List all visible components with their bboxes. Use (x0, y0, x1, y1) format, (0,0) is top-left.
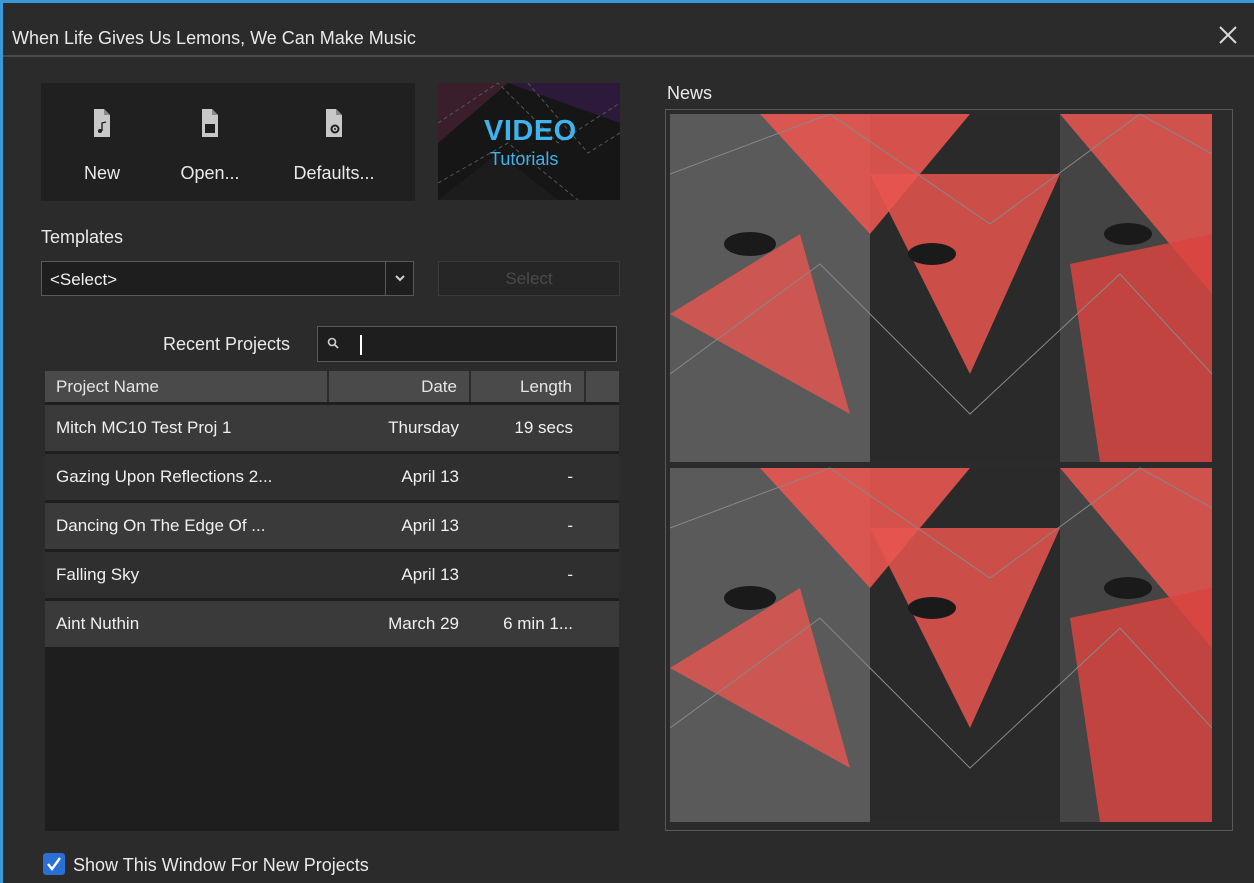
project-name-cell: Gazing Upon Reflections 2... (56, 467, 273, 486)
dropdown-arrow[interactable] (385, 262, 413, 295)
project-name-cell: Mitch MC10 Test Proj 1 (56, 418, 232, 437)
column-date[interactable]: Date (329, 371, 471, 402)
project-name-cell: Falling Sky (56, 565, 140, 584)
project-length-cell: - (567, 467, 573, 486)
show-window-label: Show This Window For New Projects (73, 855, 369, 875)
project-date-cell: April 13 (401, 565, 459, 584)
action-panel: New Open... Defaults... (41, 83, 415, 201)
templates-dropdown[interactable]: <Select> (41, 261, 414, 296)
table-row[interactable]: Falling Sky April 13 - (45, 552, 619, 598)
news-panel (665, 109, 1233, 831)
project-name-cell: Aint Nuthin (56, 614, 140, 633)
window-title: When Life Gives Us Lemons, We Can Make M… (12, 28, 416, 48)
open-project-button[interactable]: Open... (169, 83, 251, 201)
open-label: Open... (180, 163, 240, 183)
new-label: New (83, 163, 120, 183)
table-row[interactable]: Dancing On The Edge Of ... April 13 - (45, 503, 619, 549)
settings-file-icon (326, 109, 342, 137)
project-date-cell: Thursday (388, 418, 459, 437)
open-file-icon (202, 109, 218, 137)
defaults-label: Defaults... (293, 163, 375, 183)
checkmark-icon (47, 857, 61, 871)
table-row[interactable]: Aint Nuthin March 29 6 min 1... (45, 601, 619, 647)
table-row[interactable]: Gazing Upon Reflections 2... April 13 - (45, 454, 619, 500)
recent-projects-label: Recent Projects (163, 334, 291, 354)
title-bar: When Life Gives Us Lemons, We Can Make M… (3, 13, 1254, 57)
project-length-cell: 6 min 1... (503, 614, 573, 633)
recent-projects-table: Project Name Date Length Mitch MC10 Test… (45, 371, 619, 831)
close-icon[interactable] (1216, 23, 1240, 47)
text-cursor (360, 335, 362, 355)
video-title: VIDEO (484, 115, 577, 147)
project-date-cell: April 13 (401, 516, 459, 535)
news-image[interactable] (670, 114, 1212, 822)
table-header: Project Name Date Length (45, 371, 619, 402)
new-file-icon (94, 109, 110, 137)
search-icon (327, 337, 339, 349)
project-date-cell: April 13 (401, 467, 459, 486)
table-row[interactable]: Mitch MC10 Test Proj 1 Thursday 19 secs (45, 405, 619, 451)
project-length-cell: - (567, 565, 573, 584)
video-subtitle: Tutorials (490, 149, 559, 169)
chevron-down-icon (395, 275, 405, 282)
project-length-cell: - (567, 516, 573, 535)
templates-selected-value: <Select> (50, 270, 118, 289)
start-page-window: When Life Gives Us Lemons, We Can Make M… (0, 0, 1254, 883)
video-tutorials-tile[interactable]: VIDEO Tutorials (438, 83, 620, 200)
recent-projects-search[interactable] (317, 326, 617, 362)
project-name-cell: Dancing On The Edge Of ... (56, 516, 266, 535)
show-window-checkbox[interactable] (43, 853, 65, 875)
defaults-button[interactable]: Defaults... (279, 83, 389, 201)
news-label: News (667, 83, 713, 103)
project-length-cell: 19 secs (514, 418, 573, 437)
project-date-cell: March 29 (388, 614, 459, 633)
column-project-name[interactable]: Project Name (45, 371, 329, 402)
new-project-button[interactable]: New (63, 83, 141, 201)
select-template-button[interactable]: Select (438, 261, 620, 296)
title-strip (3, 3, 1254, 13)
templates-label: Templates (41, 227, 124, 247)
column-length[interactable]: Length (471, 371, 586, 402)
